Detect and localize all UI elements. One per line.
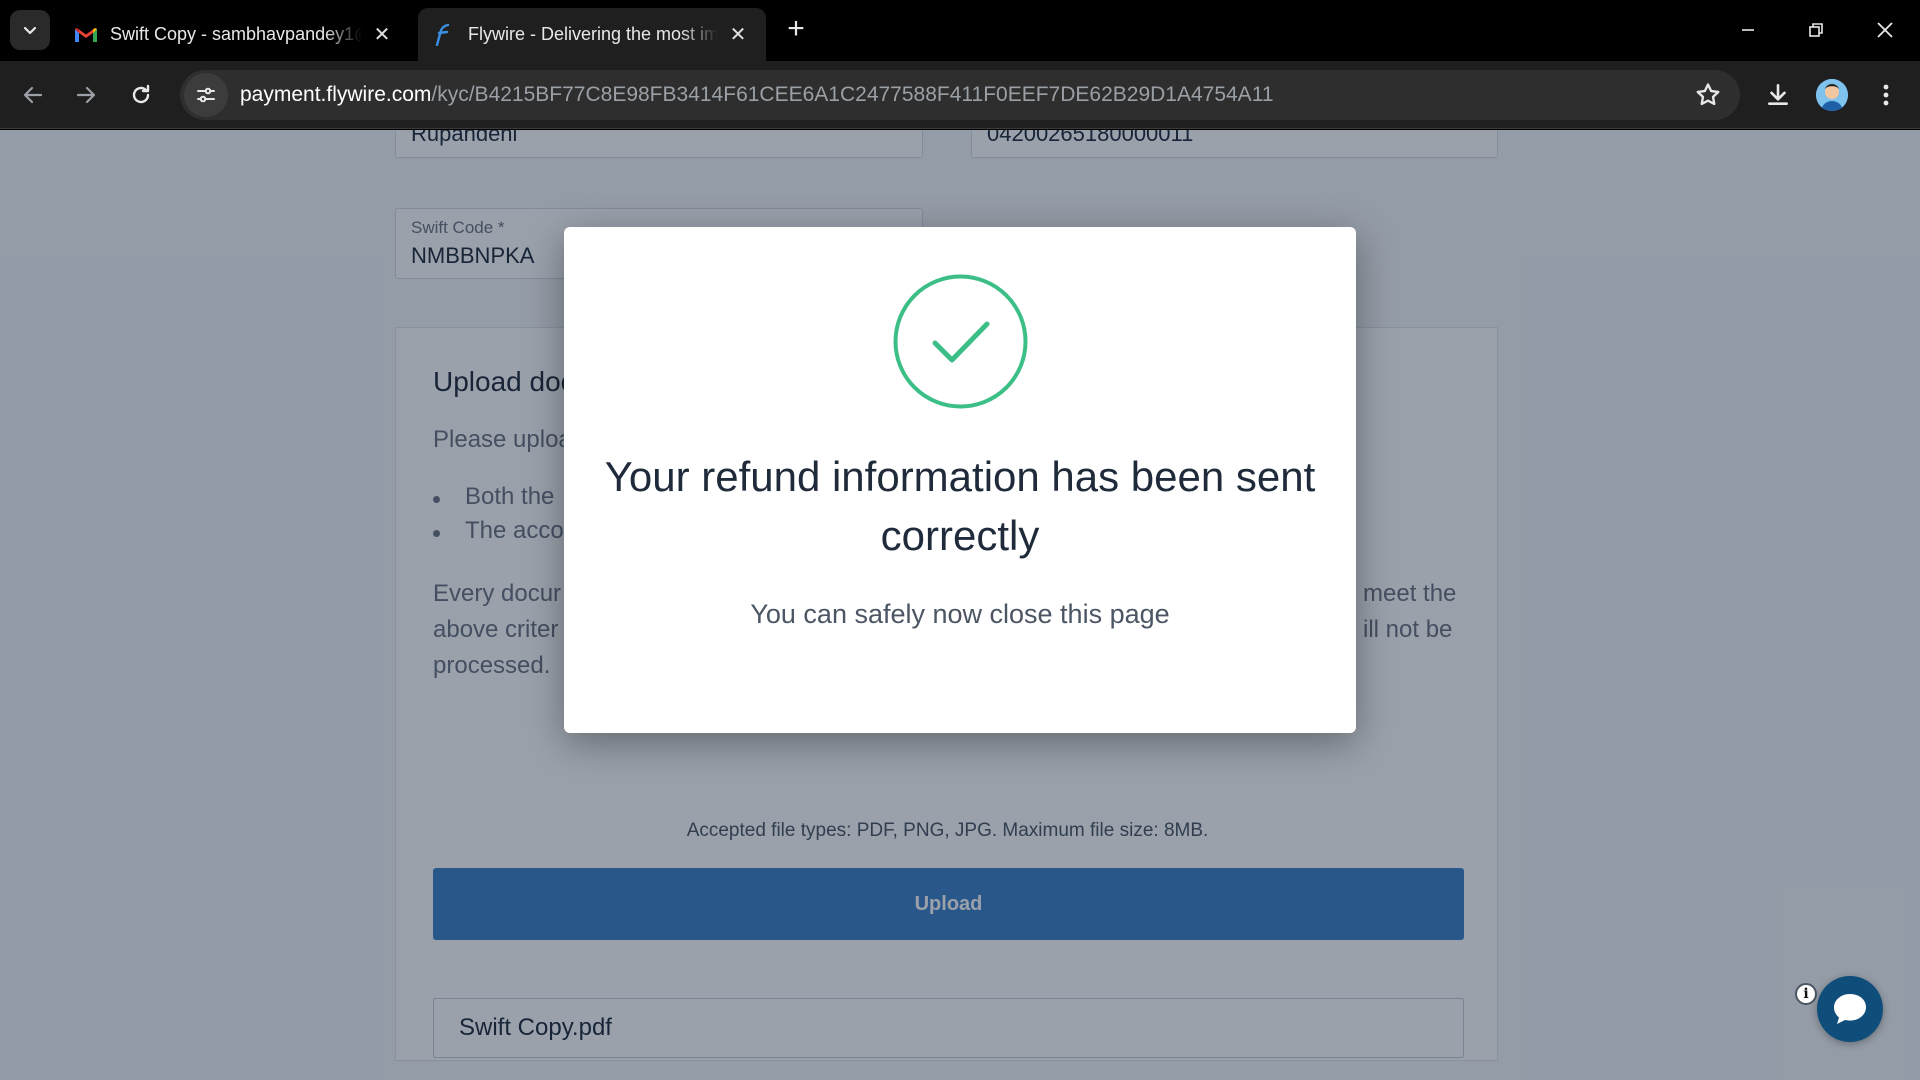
tab-flywire[interactable]: Flywire - Delivering the most im ✕ [418, 8, 766, 61]
page-content: Rupandehi 04200265180000011 Swift Code *… [0, 130, 1920, 1080]
site-settings-button[interactable] [184, 73, 228, 117]
chevron-down-icon [23, 26, 37, 35]
arrow-right-icon [76, 86, 96, 104]
reload-button[interactable] [123, 77, 159, 113]
tab-gmail[interactable]: Swift Copy - sambhavpandey1@ ✕ [60, 8, 410, 61]
profile-avatar[interactable] [1816, 79, 1848, 111]
gmail-icon [74, 23, 98, 47]
browser-toolbar: payment.flywire.com/kyc/B4215BF77C8E98FB… [0, 61, 1920, 129]
modal-subtitle: You can safely now close this page [750, 599, 1170, 629]
close-icon [1877, 22, 1893, 38]
url-text: payment.flywire.com/kyc/B4215BF77C8E98FB… [240, 83, 1274, 107]
modal-title: Your refund information has been sent co… [604, 453, 1316, 559]
bookmark-button[interactable] [1694, 81, 1722, 109]
tune-icon [197, 87, 215, 103]
tab-search-button[interactable] [10, 10, 50, 50]
restore-button[interactable] [1791, 10, 1841, 50]
success-modal: Your refund information has been sent co… [564, 227, 1356, 733]
avatar-icon [1816, 79, 1848, 111]
browser-tab-strip: Swift Copy - sambhavpandey1@ ✕ Flywire -… [0, 0, 1920, 61]
browser-menu-button[interactable] [1868, 77, 1904, 113]
url-path: /kyc/B4215BF77C8E98FB3414F61CEE6A1C24775… [431, 83, 1274, 106]
downloads-button[interactable] [1760, 77, 1796, 113]
minimize-button[interactable] [1723, 10, 1773, 50]
chat-bubble-icon [1834, 994, 1866, 1024]
close-tab-icon[interactable]: ✕ [724, 21, 752, 49]
star-icon [1696, 83, 1720, 106]
url-host: payment.flywire.com [240, 83, 432, 106]
check-circle-icon [893, 274, 1028, 409]
minimize-icon [1742, 29, 1754, 31]
flywire-icon [432, 23, 456, 47]
forward-button[interactable] [68, 77, 104, 113]
reload-icon [132, 84, 150, 104]
close-tab-icon[interactable]: ✕ [368, 21, 396, 49]
address-bar[interactable]: payment.flywire.com/kyc/B4215BF77C8E98FB… [180, 70, 1740, 120]
new-tab-button[interactable]: + [780, 14, 812, 46]
close-window-button[interactable] [1860, 10, 1910, 50]
tab-title: Flywire - Delivering the most im [468, 24, 718, 44]
chat-info-icon[interactable]: i [1795, 983, 1817, 1005]
tab-title: Swift Copy - sambhavpandey1@ [110, 24, 362, 44]
back-button[interactable] [15, 77, 51, 113]
more-vert-icon [1883, 84, 1889, 106]
restore-icon [1809, 23, 1823, 37]
chat-button[interactable] [1817, 976, 1883, 1042]
download-icon [1768, 83, 1788, 105]
arrow-left-icon [23, 86, 43, 104]
